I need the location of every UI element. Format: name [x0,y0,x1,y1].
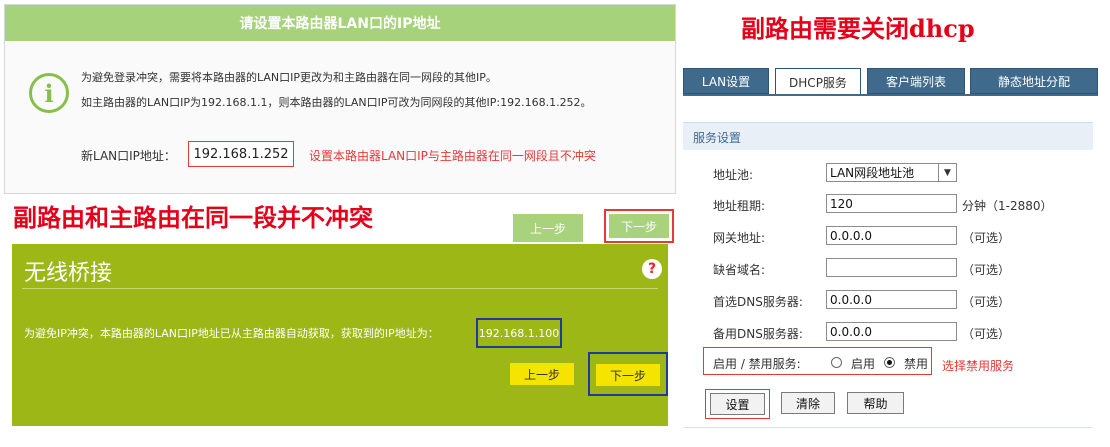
disable-radio-label: 禁用 [904,357,929,371]
gateway-optional-note: （可选） [962,231,1011,245]
info-icon: i [29,73,69,113]
dhcp-tab-bar: LAN设置 DHCP服务 客户端列表 静态地址分配 [683,68,1098,96]
new-lan-ip-note: 设置本路由器LAN口IP与主路由器在同一网段且不冲突 [309,149,596,163]
primary-dns-input[interactable]: 0.0.0.0 [826,290,957,309]
bridge-next-highlight: 下一步 [588,352,668,396]
clear-button[interactable]: 清除 [781,392,835,414]
bridge-prev-button[interactable]: 上一步 [510,363,574,385]
tab-client-list[interactable]: 客户端列表 [867,68,965,94]
domain-optional-note: （可选） [962,263,1011,277]
lease-label: 地址租期: [713,199,766,213]
tab-underline [683,94,1098,96]
bridge-title: 无线桥接 [24,261,113,286]
help-icon[interactable]: ? [642,259,662,279]
domain-input[interactable] [826,258,957,277]
gateway-label: 网关地址: [713,231,766,245]
set-button[interactable]: 设置 [710,393,765,415]
lease-input[interactable]: 120 [826,194,957,213]
disable-service-note: 选择禁用服务 [942,359,1015,373]
caption-close-dhcp: 副路由需要关闭dhcp [741,14,975,43]
domain-label: 缺省域名: [713,263,766,277]
secondary-dns-input[interactable]: 0.0.0.0 [826,322,957,341]
tab-static-address[interactable]: 静态地址分配 [970,68,1098,94]
bridge-next-button[interactable]: 下一步 [596,364,660,386]
pool-label: 地址池: [713,168,754,182]
secondary-dns-label: 备用DNS服务器: [713,327,803,341]
service-toggle-highlight: 启用 / 禁用服务: 启用 禁用 [703,347,932,375]
lease-unit: 分钟（1-2880） [962,199,1053,213]
help-button[interactable]: 帮助 [847,392,904,414]
wireless-bridge-dialog: 无线桥接 ? 为避免IP冲突，本路由器的LAN口IP地址已从主路由器自动获取，获… [12,244,668,426]
service-settings-header: 服务设置 [683,122,1093,150]
next-step-highlight: 下一步 [604,209,674,243]
tab-dhcp-service[interactable]: DHCP服务 [775,68,861,96]
chevron-down-icon: ▼ [938,164,956,181]
enable-radio[interactable] [831,357,842,368]
new-lan-ip-label: 新LAN口IP地址： [81,149,176,163]
set-button-highlight: 设置 [705,389,770,419]
bridge-ip-value: 192.168.1.100 [476,318,562,348]
lan-info-line-1: 为避免登录冲突，需要将本路由器的LAN口IP更改为和主路由器在同一网段的其他IP… [81,71,497,84]
primary-dns-optional-note: （可选） [962,295,1011,309]
caption-same-segment: 副路由和主路由在同一段并不冲突 [13,203,373,232]
next-step-button[interactable]: 下一步 [609,214,669,238]
enable-radio-label: 启用 [851,357,876,371]
lan-info-line-2: 如主路由器的LAN口IP为192.168.1.1，则本路由器的LAN口IP可改为… [81,96,592,109]
service-toggle-label: 启用 / 禁用服务: [713,357,801,371]
bottom-divider [683,427,1093,428]
tab-lan-settings[interactable]: LAN设置 [683,68,769,94]
bridge-divider [22,288,658,289]
pool-selected-value: LAN网段地址池 [830,166,915,180]
gateway-input[interactable]: 0.0.0.0 [826,226,957,245]
pool-select[interactable]: LAN网段地址池 ▼ [826,163,957,182]
secondary-dns-optional-note: （可选） [962,327,1011,341]
disable-radio[interactable] [884,357,895,368]
radio-selected-dot [887,360,892,365]
service-settings-title: 服务设置 [693,131,742,145]
new-lan-ip-input[interactable]: 192.168.1.252 [188,141,294,167]
prev-step-button[interactable]: 上一步 [513,214,583,242]
lan-dialog-header: 请设置本路由器LAN口的IP地址 [5,5,675,41]
bridge-message: 为避免IP冲突，本路由器的LAN口IP地址已从主路由器自动获取，获取到的IP地址… [24,327,439,340]
lan-ip-dialog: 请设置本路由器LAN口的IP地址 i 为避免登录冲突，需要将本路由器的LAN口I… [4,4,676,194]
primary-dns-label: 首选DNS服务器: [713,295,803,309]
